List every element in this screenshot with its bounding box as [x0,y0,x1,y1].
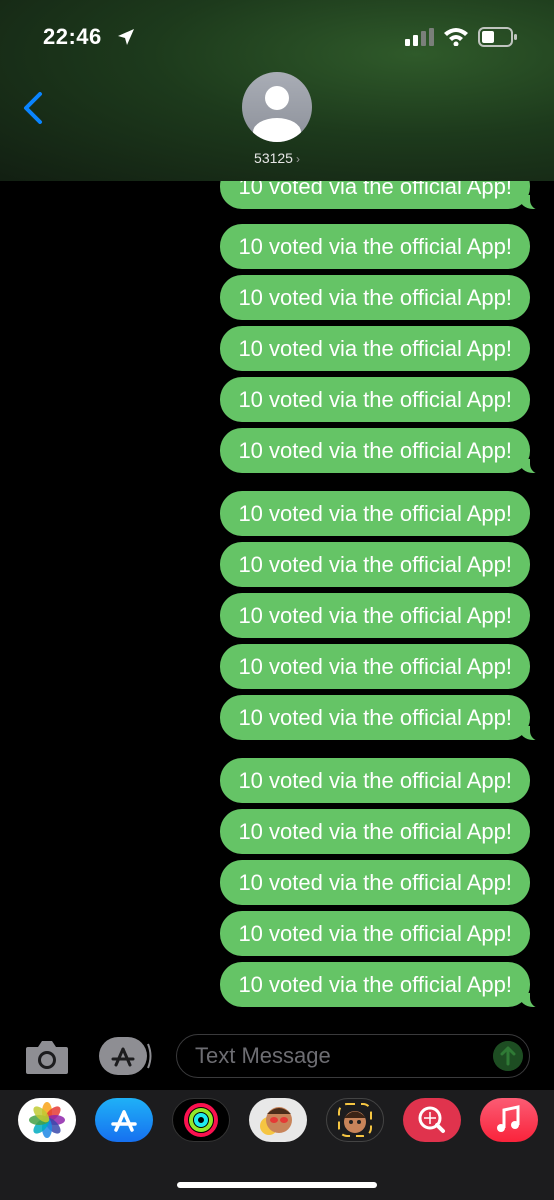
conversation-header: 22:46 53125 › [0,0,554,181]
message-composer: Text Message [0,1026,554,1090]
message-bubble[interactable]: 10 voted via the official App! [220,860,530,905]
message-bubble[interactable]: 10 voted via the official App! [220,428,542,474]
photos-icon[interactable] [18,1098,76,1142]
contact-name-button[interactable]: 53125 › [0,150,554,166]
memoji-icon[interactable] [326,1098,384,1142]
battery-icon [478,27,517,47]
message-bubble[interactable]: 10 voted via the official App! [220,491,530,536]
avatar[interactable] [242,72,312,142]
message-bubble[interactable]: 10 voted via the official App! [220,224,530,269]
message-bubble[interactable]: 10 voted via the official App! [220,962,542,1008]
home-indicator[interactable] [177,1182,377,1188]
message-input[interactable]: Text Message [176,1034,530,1078]
signal-icon [405,28,434,46]
message-bubble[interactable]: 10 voted via the official App! [220,542,530,587]
web-search-icon[interactable] [403,1098,461,1142]
message-bubble[interactable]: 10 voted via the official App! [220,644,530,689]
back-chevron-icon[interactable] [22,92,44,124]
send-arrow-icon[interactable] [493,1041,523,1071]
message-bubble[interactable]: 10 voted via the official App! [220,275,530,320]
app-store-icon[interactable] [98,1036,152,1076]
message-bubble[interactable]: 10 voted via the official App! [220,758,530,803]
memoji-stickers-icon[interactable] [249,1098,307,1142]
app-store-icon[interactable] [95,1098,153,1142]
status-time: 22:46 [43,24,102,49]
fitness-rings-icon[interactable] [172,1098,230,1142]
wifi-icon [444,28,468,46]
message-list[interactable]: 10 voted via the official App! 10 voted … [0,181,554,1026]
music-icon[interactable] [480,1098,538,1142]
camera-icon[interactable] [24,1038,70,1076]
message-bubble[interactable]: 10 voted via the official App! [220,326,530,371]
message-bubble[interactable]: 10 voted via the official App! [220,181,542,210]
message-bubble[interactable]: 10 voted via the official App! [220,593,530,638]
chevron-right-icon: › [295,152,300,166]
message-bubble[interactable]: 10 voted via the official App! [220,377,530,422]
location-arrow-icon [118,29,134,45]
message-bubble[interactable]: 10 voted via the official App! [220,911,530,956]
avatar-person-icon [253,86,301,142]
message-bubble[interactable]: 10 voted via the official App! [220,809,530,854]
message-bubble[interactable]: 10 voted via the official App! [220,695,542,741]
app-drawer [0,1090,554,1200]
contact-name: 53125 [254,150,293,166]
message-input-placeholder: Text Message [195,1043,331,1068]
